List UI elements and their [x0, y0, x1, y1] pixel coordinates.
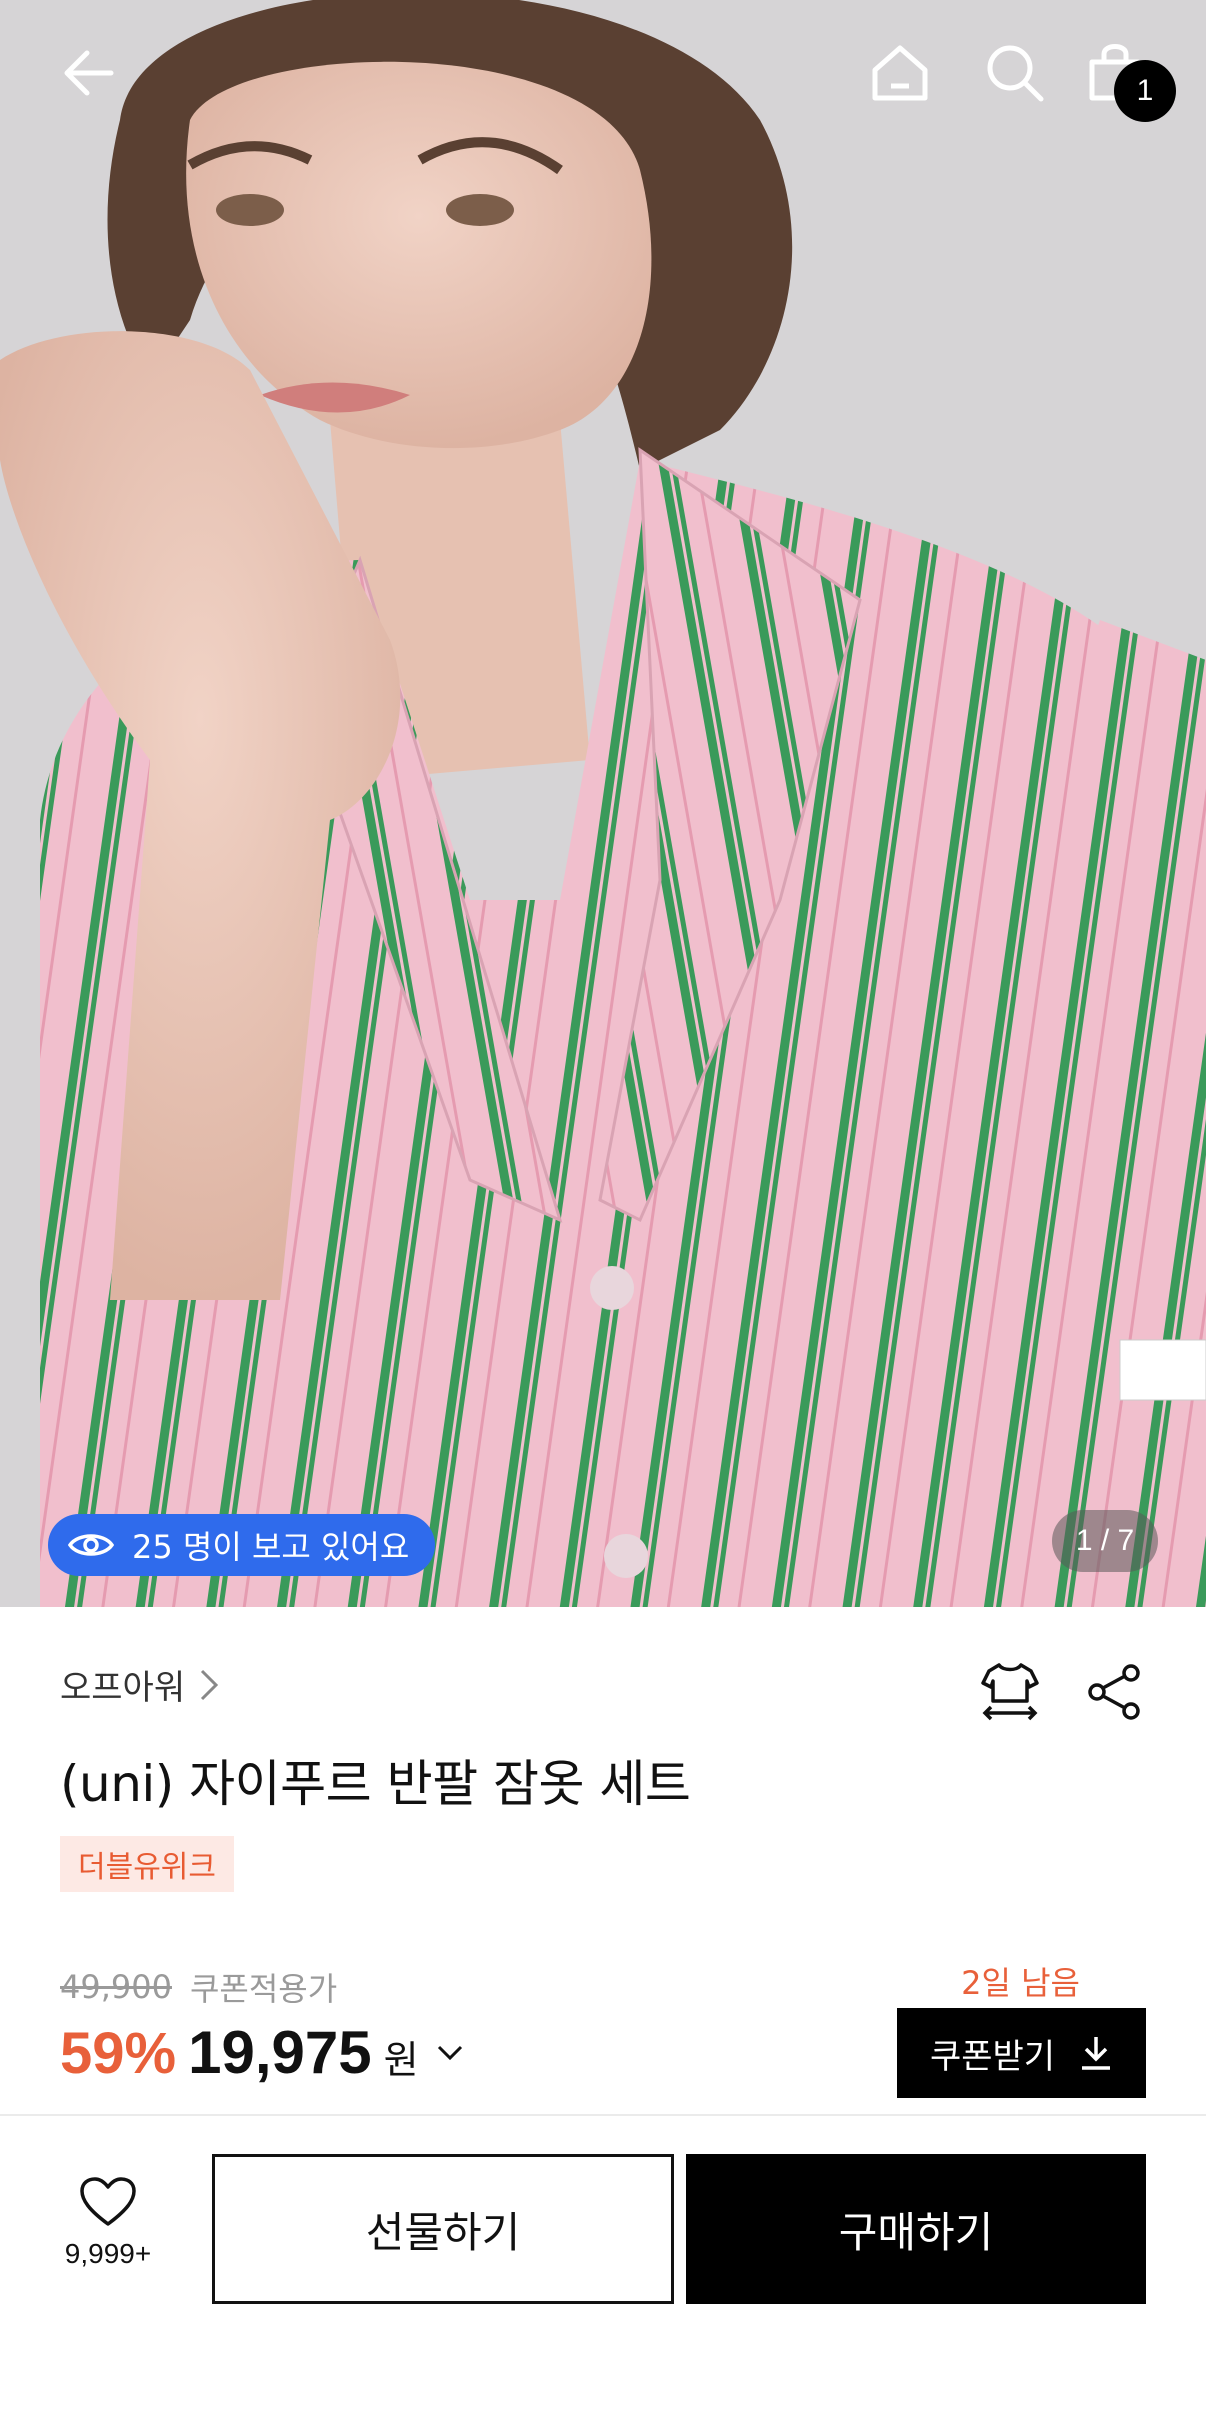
cart-count-badge: 1	[1114, 60, 1176, 122]
search-icon	[987, 45, 1044, 102]
viewers-text: 25 명이 보고 있어요	[132, 1528, 410, 1566]
event-tag: 더블유위크	[60, 1836, 234, 1892]
heart-icon	[80, 2177, 136, 2226]
product-action-icons	[978, 1660, 1146, 1724]
product-image-gallery[interactable]: 1 25 명이 보고 있어요 1 / 7	[0, 0, 1206, 1607]
home-button[interactable]	[865, 38, 935, 108]
size-guide-button[interactable]	[978, 1660, 1042, 1724]
product-title: (uni) 자이푸르 반팔 잠옷 세트	[60, 1755, 691, 1813]
share-button[interactable]	[1082, 1660, 1146, 1724]
get-coupon-button[interactable]: 쿠폰받기	[897, 2008, 1146, 2098]
brand-link[interactable]: 오프아워	[60, 1660, 219, 1709]
sale-price: 19,975	[188, 2019, 372, 2086]
buy-button[interactable]: 구매하기	[686, 2154, 1146, 2304]
image-page-indicator: 1 / 7	[1052, 1510, 1158, 1572]
download-icon	[1082, 2037, 1111, 2070]
coupon-days-left: 2일 남음	[961, 1964, 1080, 2002]
eye-icon	[68, 1534, 114, 1556]
back-button[interactable]	[54, 38, 124, 108]
original-price: 49,900	[60, 1968, 172, 2006]
coupon-price-label: 쿠폰적용가	[189, 1970, 338, 2008]
arrow-left-icon	[64, 50, 114, 96]
size-guide-icon	[981, 1663, 1039, 1721]
get-coupon-label: 쿠폰받기	[929, 2036, 1056, 2077]
original-price-row: 49,900 쿠폰적용가	[60, 1964, 337, 2010]
search-button[interactable]	[980, 38, 1050, 108]
chevron-down-icon[interactable]	[437, 2045, 463, 2061]
discount-rate: 59%	[60, 2021, 177, 2086]
price-row[interactable]: 59% 19,975 원	[60, 2018, 463, 2087]
home-icon	[872, 45, 928, 101]
share-icon	[1088, 1664, 1140, 1720]
brand-name: 오프아워	[60, 1668, 186, 1708]
like-count: 9,999+	[64, 2238, 152, 2269]
viewers-badge: 25 명이 보고 있어요	[48, 1514, 436, 1576]
divider	[0, 2114, 1206, 2116]
currency-unit: 원	[383, 2038, 419, 2082]
like-button[interactable]: 9,999+	[42, 2176, 174, 2270]
chevron-right-icon	[201, 1669, 219, 1700]
product-photo	[0, 0, 1206, 1607]
gift-button[interactable]: 선물하기	[212, 2154, 674, 2304]
